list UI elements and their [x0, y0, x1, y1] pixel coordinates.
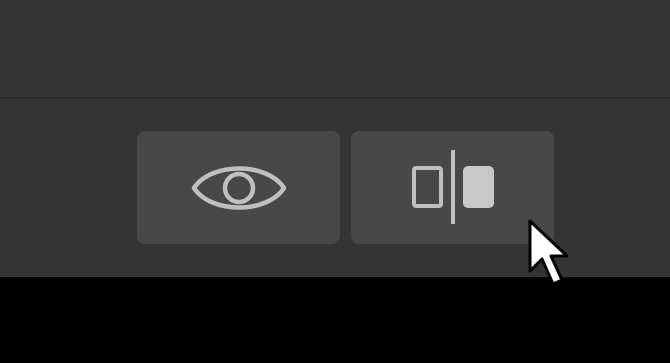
eye-icon [191, 165, 286, 210]
app-window [0, 0, 670, 363]
mouse-pointer-icon [528, 219, 569, 286]
split-view-icon [411, 149, 494, 224]
compare-split-button[interactable] [351, 131, 554, 244]
preview-button[interactable] [137, 131, 340, 244]
